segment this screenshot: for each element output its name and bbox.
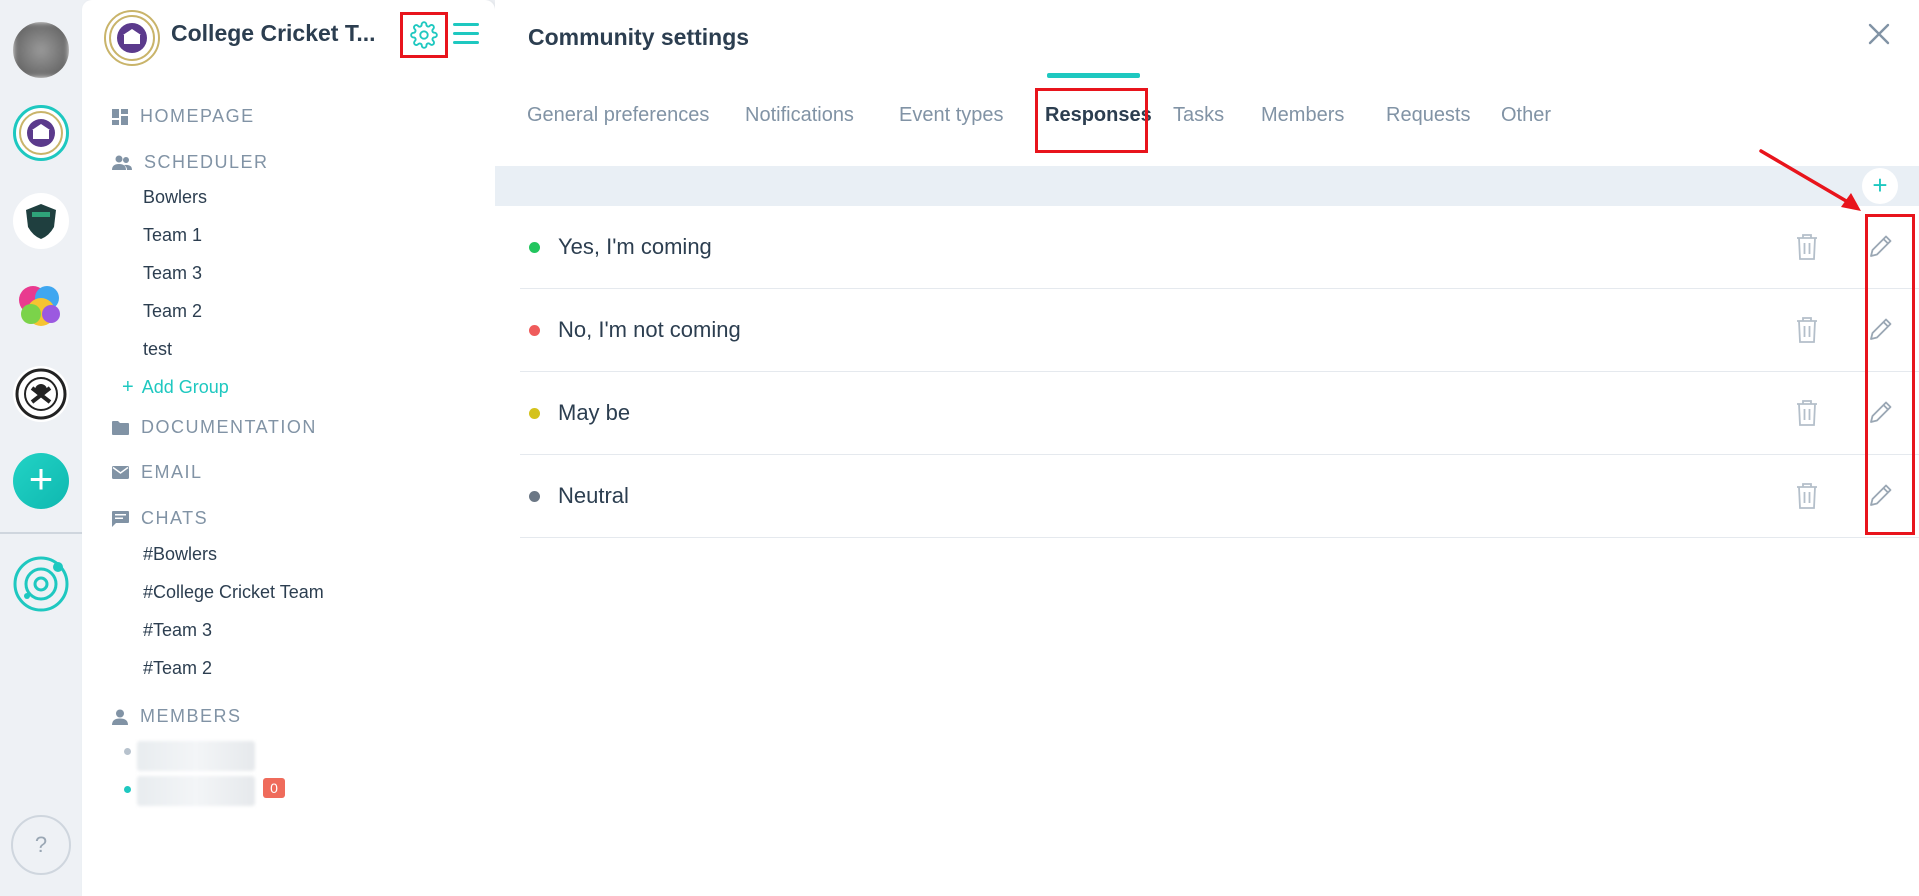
people-icon [112,155,132,170]
responses-tab-highlight [1035,88,1148,153]
group-item[interactable]: Team 3 [143,263,202,284]
nav-scheduler[interactable]: SCHEDULER [112,152,269,173]
nav-homepage-label: HOMEPAGE [140,106,255,126]
close-icon [1868,23,1890,45]
chat-item[interactable]: #Bowlers [143,544,217,565]
tab-members[interactable]: Members [1261,104,1344,127]
community-logo [104,10,160,66]
nav-documentation-label: DOCUMENTATION [141,417,317,437]
member-status-offline [124,748,131,755]
nav-documentation[interactable]: DOCUMENTATION [112,417,317,438]
nav-chats[interactable]: CHATS [112,508,208,529]
group-item[interactable]: Team 2 [143,301,202,322]
add-response-button[interactable]: + [1862,168,1898,204]
unread-badge: 0 [263,778,285,798]
discover-icon[interactable] [13,556,69,612]
plus-icon: + [122,376,134,398]
gear-icon [410,21,438,49]
page-title: Community settings [528,24,750,50]
nav-email-label: EMAIL [141,462,203,482]
member-name-blurred[interactable] [137,776,255,806]
chat-item[interactable]: #Team 2 [143,658,212,679]
community-avatar-college-cricket[interactable] [13,105,69,161]
active-tab-indicator [1047,73,1140,78]
folder-icon [112,420,129,435]
response-label: Neutral [558,483,629,508]
community-rail: + ? [0,0,82,896]
annotation-arrow [1759,149,1861,211]
trash-icon[interactable] [1795,482,1819,510]
response-row: No, I'm not coming [520,289,1919,372]
nav-members[interactable]: MEMBERS [112,706,242,727]
response-row: Yes, I'm coming [520,206,1919,289]
tab-other[interactable]: Other [1501,104,1551,127]
response-color-dot [529,491,540,502]
trash-icon[interactable] [1795,233,1819,261]
response-color-dot [529,242,540,253]
nav-members-label: MEMBERS [140,706,242,726]
add-group-button[interactable]: + Add Group [122,376,229,399]
add-group-label: Add Group [141,377,229,397]
response-label: Yes, I'm coming [558,234,712,259]
tab-general-preferences[interactable]: General preferences [527,104,709,127]
response-color-dot [529,408,540,419]
community-name: College Cricket T... [171,20,376,46]
nav-chats-label: CHATS [141,508,209,528]
tab-notifications[interactable]: Notifications [745,104,854,127]
member-status-online [124,786,131,793]
person-icon [112,709,128,725]
response-color-dot [529,325,540,336]
responses-toolbar [495,166,1919,206]
chat-item[interactable]: #Team 3 [143,620,212,641]
email-icon [112,466,129,479]
edit-buttons-highlight [1865,214,1915,535]
response-label: No, I'm not coming [558,317,741,342]
dashboard-icon [112,108,128,125]
menu-hamburger-icon[interactable] [452,20,480,48]
community-avatar-colorful[interactable] [13,278,69,334]
community-avatar-blurred[interactable] [13,22,69,78]
response-row: Neutral [520,455,1919,538]
trash-icon[interactable] [1795,399,1819,427]
tab-requests[interactable]: Requests [1386,104,1471,127]
nav-scheduler-label: SCHEDULER [144,152,269,172]
member-name-blurred[interactable] [137,741,255,771]
trash-icon[interactable] [1795,316,1819,344]
group-item[interactable]: test [143,339,172,360]
nav-email[interactable]: EMAIL [112,462,203,483]
response-label: May be [558,400,631,425]
group-item[interactable]: Team 1 [143,225,202,246]
community-avatar-emblem[interactable] [13,366,69,422]
help-button[interactable]: ? [11,815,71,875]
chat-item[interactable]: #College Cricket Team [143,582,324,603]
settings-gear-button[interactable] [400,12,448,58]
tab-event-types[interactable]: Event types [899,104,1004,127]
tab-tasks[interactable]: Tasks [1173,104,1224,127]
rail-divider [0,532,82,534]
chat-icon [112,510,129,527]
settings-panel: Community settings General preferences N… [495,0,1919,896]
community-avatar-shield[interactable] [13,193,69,249]
group-item[interactable]: Bowlers [143,187,207,208]
nav-homepage[interactable]: HOMEPAGE [112,106,255,127]
close-button[interactable] [1865,20,1893,48]
add-community-button[interactable]: + [13,453,69,509]
community-sidebar: College Cricket T... HOMEPAGE SCHEDULER … [82,0,495,896]
response-row: May be [520,372,1919,455]
